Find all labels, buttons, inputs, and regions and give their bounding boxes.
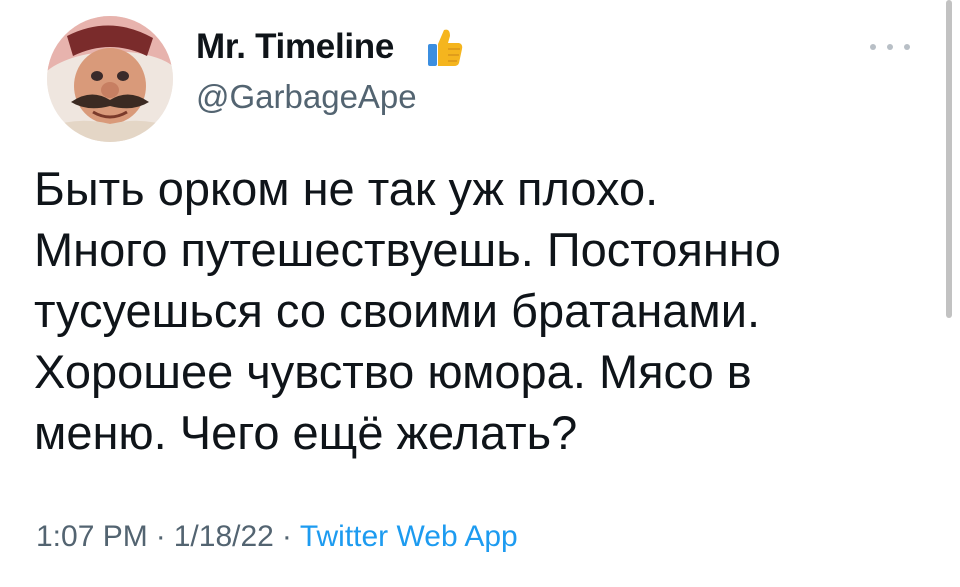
tweet-meta: 1:07 PM · 1/18/22 · Twitter Web App (36, 517, 518, 557)
avatar-image (47, 16, 173, 142)
meta-separator: · (155, 520, 166, 553)
meta-separator: · (281, 520, 292, 553)
dot (870, 44, 876, 50)
thumbs-up-icon (424, 26, 464, 70)
more-options-icon[interactable] (870, 38, 910, 56)
tweet-text: Быть орком не так уж плохо. Много путеше… (34, 162, 781, 459)
dot (904, 44, 910, 50)
tweet-date[interactable]: 1/18/22 (174, 520, 274, 553)
dot (887, 44, 893, 50)
tweet-source-link[interactable]: Twitter Web App (300, 520, 518, 553)
tweet-time[interactable]: 1:07 PM (36, 520, 148, 553)
avatar[interactable] (47, 16, 173, 142)
display-name[interactable]: Mr. Timeline (196, 27, 394, 67)
user-handle[interactable]: @GarbageApe (196, 78, 417, 116)
scrollbar[interactable] (946, 0, 952, 318)
